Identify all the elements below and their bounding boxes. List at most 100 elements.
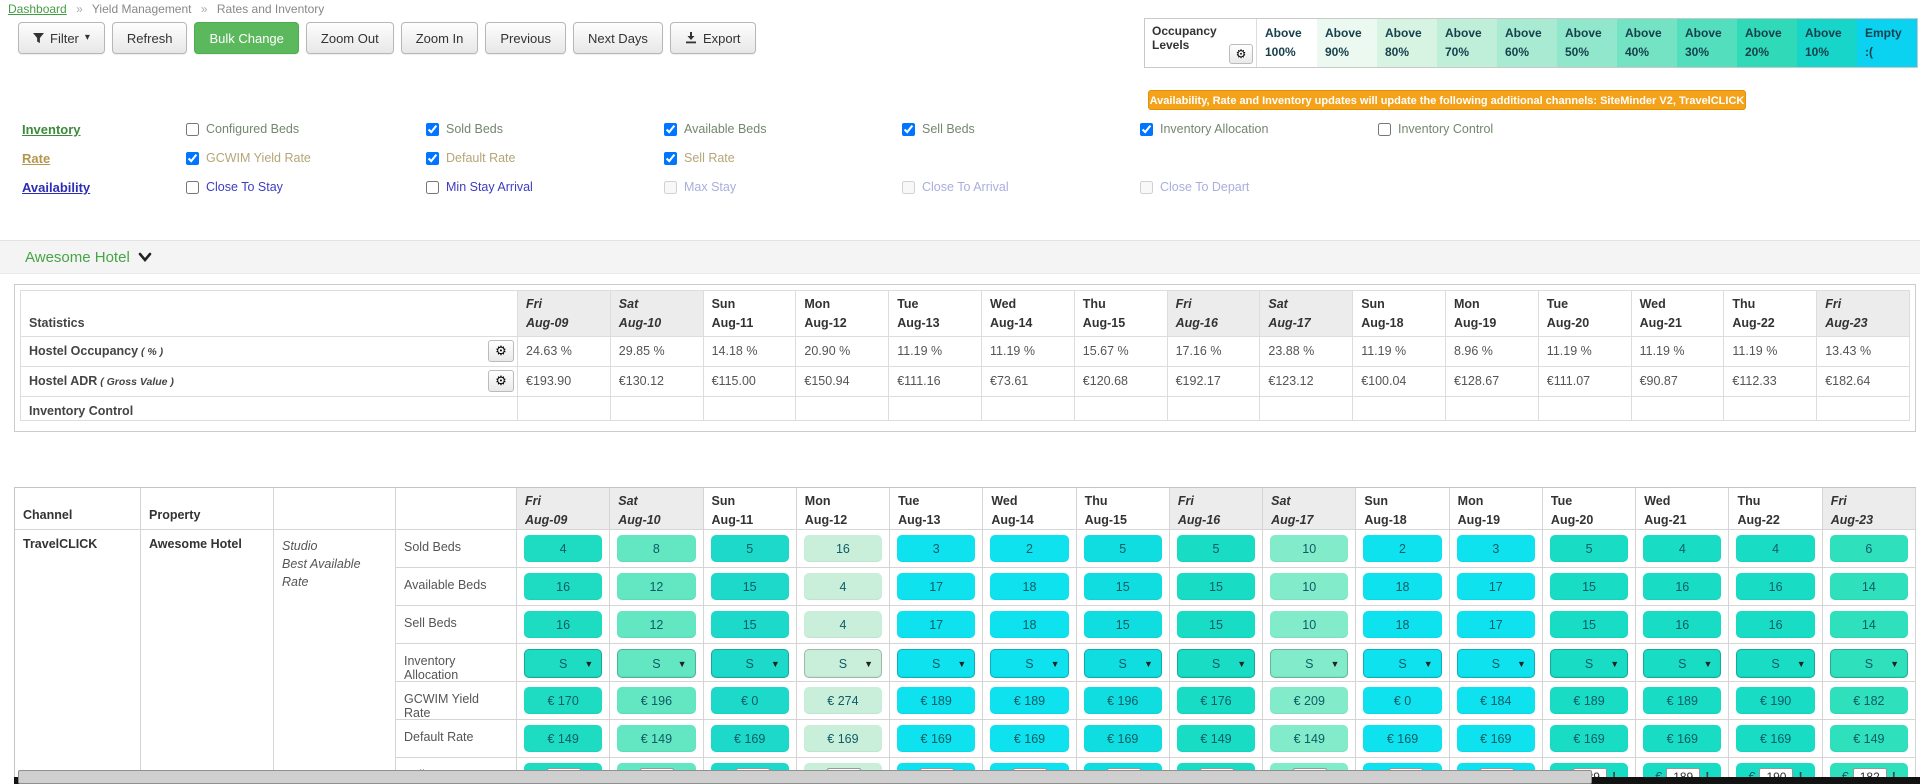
available-beds-pill[interactable]: 17 [1457, 573, 1535, 600]
inventory-allocation-select[interactable]: S▼ [1084, 649, 1162, 678]
available-beds-pill[interactable]: 14 [1830, 573, 1908, 600]
gcwim-yield-rate-pill[interactable]: € 170 [524, 687, 602, 714]
inventory-allocation-select[interactable]: S▼ [1177, 649, 1255, 678]
filter-checkbox[interactable] [186, 181, 199, 194]
default-rate-pill[interactable]: € 169 [804, 725, 882, 752]
default-rate-pill[interactable]: € 149 [524, 725, 602, 752]
gcwim-yield-rate-pill[interactable]: € 0 [1363, 687, 1441, 714]
filter-checkbox[interactable] [664, 152, 677, 165]
sell-beds-pill[interactable]: 4 [804, 611, 882, 638]
sold-beds-pill[interactable]: 5 [1550, 535, 1628, 562]
occupancy-legend-gear-button[interactable]: ⚙ [1229, 44, 1253, 64]
gcwim-yield-rate-pill[interactable]: € 196 [1084, 687, 1162, 714]
filter-group-link-rate[interactable]: Rate [22, 151, 50, 166]
inventory-allocation-select[interactable]: S▼ [524, 649, 602, 678]
gcwim-yield-rate-pill[interactable]: € 189 [990, 687, 1068, 714]
default-rate-pill[interactable]: € 169 [1550, 725, 1628, 752]
inventory-allocation-select[interactable]: S▼ [617, 649, 695, 678]
zoom-out-button[interactable]: Zoom Out [306, 22, 394, 54]
default-rate-pill[interactable]: € 169 [1363, 725, 1441, 752]
sell-beds-pill[interactable]: 16 [1643, 611, 1721, 638]
inventory-allocation-select[interactable]: S▼ [711, 649, 789, 678]
inventory-allocation-select[interactable]: S▼ [1643, 649, 1721, 678]
filter-checkbox[interactable] [186, 123, 199, 136]
default-rate-pill[interactable]: € 169 [990, 725, 1068, 752]
inventory-allocation-select[interactable]: S▼ [804, 649, 882, 678]
next-days-button[interactable]: Next Days [573, 22, 663, 54]
sell-beds-pill[interactable]: 17 [897, 611, 975, 638]
sell-beds-pill[interactable]: 15 [1550, 611, 1628, 638]
sold-beds-pill[interactable]: 5 [1177, 535, 1255, 562]
default-rate-pill[interactable]: € 149 [1270, 725, 1348, 752]
filter-group-link-inventory[interactable]: Inventory [22, 122, 81, 137]
sold-beds-pill[interactable]: 5 [711, 535, 789, 562]
default-rate-pill[interactable]: € 169 [711, 725, 789, 752]
inventory-allocation-select[interactable]: S▼ [990, 649, 1068, 678]
sell-beds-pill[interactable]: 15 [711, 611, 789, 638]
available-beds-pill[interactable]: 18 [990, 573, 1068, 600]
sold-beds-pill[interactable]: 3 [1457, 535, 1535, 562]
inventory-allocation-select[interactable]: S▼ [1830, 649, 1908, 678]
sell-beds-pill[interactable]: 16 [1736, 611, 1814, 638]
sold-beds-pill[interactable]: 2 [990, 535, 1068, 562]
sold-beds-pill[interactable]: 3 [897, 535, 975, 562]
sold-beds-pill[interactable]: 2 [1363, 535, 1441, 562]
default-rate-pill[interactable]: € 169 [1457, 725, 1535, 752]
gcwim-yield-rate-pill[interactable]: € 189 [897, 687, 975, 714]
settings-gear-button[interactable]: ⚙ [488, 340, 514, 362]
inventory-allocation-select[interactable]: S▼ [897, 649, 975, 678]
available-beds-pill[interactable]: 16 [524, 573, 602, 600]
default-rate-pill[interactable]: € 169 [1736, 725, 1814, 752]
sell-beds-pill[interactable]: 14 [1830, 611, 1908, 638]
available-beds-pill[interactable]: 15 [1084, 573, 1162, 600]
sell-beds-pill[interactable]: 15 [1084, 611, 1162, 638]
available-beds-pill[interactable]: 4 [804, 573, 882, 600]
gcwim-yield-rate-pill[interactable]: € 176 [1177, 687, 1255, 714]
filter-button[interactable]: Filter ▾ [18, 22, 105, 54]
sell-beds-pill[interactable]: 10 [1270, 611, 1348, 638]
available-beds-pill[interactable]: 17 [897, 573, 975, 600]
filter-checkbox[interactable] [1378, 123, 1391, 136]
inventory-allocation-select[interactable]: S▼ [1270, 649, 1348, 678]
chevron-down-icon[interactable] [138, 251, 152, 263]
sold-beds-pill[interactable]: 4 [1736, 535, 1814, 562]
default-rate-pill[interactable]: € 169 [897, 725, 975, 752]
sold-beds-pill[interactable]: 4 [1643, 535, 1721, 562]
sell-beds-pill[interactable]: 18 [990, 611, 1068, 638]
filter-checkbox[interactable] [426, 152, 439, 165]
gcwim-yield-rate-pill[interactable]: € 189 [1550, 687, 1628, 714]
breadcrumb-link-dashboard[interactable]: Dashboard [8, 2, 67, 16]
sell-beds-pill[interactable]: 17 [1457, 611, 1535, 638]
gcwim-yield-rate-pill[interactable]: € 0 [711, 687, 789, 714]
inventory-allocation-select[interactable]: S▼ [1363, 649, 1441, 678]
filter-checkbox[interactable] [664, 123, 677, 136]
sold-beds-pill[interactable]: 5 [1084, 535, 1162, 562]
filter-checkbox[interactable] [426, 123, 439, 136]
default-rate-pill[interactable]: € 169 [1084, 725, 1162, 752]
default-rate-pill[interactable]: € 149 [1177, 725, 1255, 752]
filter-group-link-availability[interactable]: Availability [22, 180, 90, 195]
filter-checkbox[interactable] [1140, 123, 1153, 136]
sell-beds-pill[interactable]: 16 [524, 611, 602, 638]
default-rate-pill[interactable]: € 169 [1643, 725, 1721, 752]
sell-beds-pill[interactable]: 18 [1363, 611, 1441, 638]
gcwim-yield-rate-pill[interactable]: € 209 [1270, 687, 1348, 714]
default-rate-pill[interactable]: € 149 [1830, 725, 1908, 752]
gcwim-yield-rate-pill[interactable]: € 189 [1643, 687, 1721, 714]
sold-beds-pill[interactable]: 10 [1270, 535, 1348, 562]
zoom-in-button[interactable]: Zoom In [401, 22, 479, 54]
sold-beds-pill[interactable]: 16 [804, 535, 882, 562]
filter-checkbox[interactable] [426, 181, 439, 194]
horizontal-scrollbar-thumb[interactable] [18, 770, 1592, 784]
available-beds-pill[interactable]: 15 [711, 573, 789, 600]
filter-checkbox[interactable] [186, 152, 199, 165]
gcwim-yield-rate-pill[interactable]: € 184 [1457, 687, 1535, 714]
available-beds-pill[interactable]: 15 [1177, 573, 1255, 600]
previous-button[interactable]: Previous [485, 22, 566, 54]
available-beds-pill[interactable]: 18 [1363, 573, 1441, 600]
available-beds-pill[interactable]: 15 [1550, 573, 1628, 600]
gcwim-yield-rate-pill[interactable]: € 274 [804, 687, 882, 714]
refresh-button[interactable]: Refresh [112, 22, 188, 54]
sell-beds-pill[interactable]: 12 [617, 611, 695, 638]
inventory-allocation-select[interactable]: S▼ [1736, 649, 1814, 678]
